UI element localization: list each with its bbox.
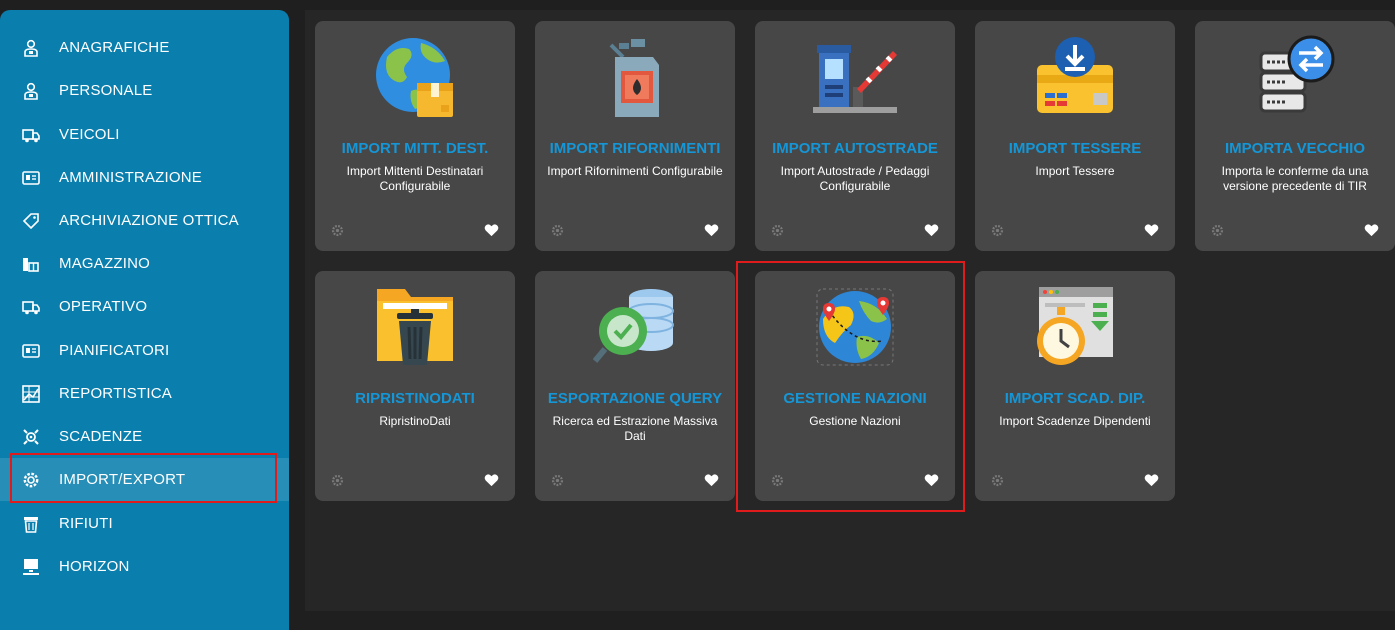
sidebar-item-horizon[interactable]: HORIZON — [0, 545, 289, 588]
gear-icon[interactable] — [551, 224, 564, 237]
card-description: RipristinoDati — [379, 414, 451, 428]
card-description: Import Rifornimenti Configurabile — [547, 164, 723, 178]
heart-icon[interactable] — [924, 223, 939, 237]
warehouse-icon — [23, 258, 39, 272]
heart-icon[interactable] — [1364, 223, 1379, 237]
card-description: Gestione Nazioni — [809, 414, 901, 428]
sidebar-item-scadenze[interactable]: SCADENZE — [0, 415, 289, 458]
server-sync-icon — [1259, 35, 1335, 113]
heart-icon[interactable] — [1144, 223, 1159, 237]
heart-icon[interactable] — [704, 223, 719, 237]
sidebar-item-archiviazione-ottica[interactable]: ARCHIVIAZIONE OTTICA — [0, 199, 289, 242]
sidebar-item-label: HORIZON — [59, 558, 130, 575]
sidebar-item-label: IMPORT/EXPORT — [59, 471, 186, 488]
sidebar-item-label: PERSONALE — [59, 82, 153, 99]
gear-icon[interactable] — [991, 474, 1004, 487]
database-search-icon — [593, 289, 674, 363]
sidebar-item-operativo[interactable]: OPERATIVO — [0, 285, 289, 328]
sidebar-item-anagrafiche[interactable]: ANAGRAFICHE — [0, 26, 289, 69]
card-description: Importa le conferme da una versione prec… — [1221, 164, 1369, 193]
card-import-rifornimenti[interactable]: IMPORT RIFORNIMENTI Import Rifornimenti … — [535, 21, 735, 251]
heart-icon[interactable] — [704, 473, 719, 487]
person-badge-icon — [24, 82, 38, 100]
card-import-autostrade[interactable]: IMPORT AUTOSTRADE Import Autostrade / Pe… — [755, 21, 955, 251]
sidebar-item-magazzino[interactable]: MAGAZZINO — [0, 242, 289, 285]
card-title: IMPORT SCAD. DIP. — [1004, 390, 1146, 407]
gear-icon[interactable] — [551, 474, 564, 487]
monitor-icon — [23, 559, 39, 575]
gear-icon[interactable] — [771, 224, 784, 237]
sidebar-item-personale[interactable]: PERSONALE — [0, 69, 289, 112]
truck-icon — [22, 129, 40, 143]
heart-icon[interactable] — [1144, 473, 1159, 487]
toll-booth-icon — [813, 45, 897, 113]
sidebar: ANAGRAFICHE PERSONALE VEICOLI AMMINISTRA… — [0, 10, 289, 630]
sidebar-item-rifiuti[interactable]: RIFIUTI — [0, 502, 289, 545]
chart-grid-icon — [22, 385, 40, 403]
sidebar-item-label: PIANIFICATORI — [59, 342, 170, 359]
card-description: Import Scadenze Dipendenti — [999, 414, 1151, 428]
card-title: IMPORT AUTOSTRADE — [772, 140, 938, 157]
heart-icon[interactable] — [484, 473, 499, 487]
card-ripristinodati[interactable]: RIPRISTINODATI RipristinoDati — [315, 271, 515, 501]
truck-icon — [22, 301, 40, 315]
sidebar-item-label: AMMINISTRAZIONE — [59, 169, 203, 186]
sidebar-item-label: MAGAZZINO — [59, 255, 150, 272]
card-description: Import Mittenti Destinatari Configurabil… — [346, 164, 484, 193]
card-import-scad-dip[interactable]: IMPORT SCAD. DIP. Import Scadenze Dipend… — [975, 271, 1175, 501]
world-map-icon — [816, 288, 894, 366]
card-title: IMPORT RIFORNIMENTI — [549, 140, 721, 157]
sidebar-item-label: ARCHIVIAZIONE OTTICA — [59, 212, 239, 229]
folder-trash-icon — [377, 289, 453, 365]
gear-icon[interactable] — [991, 224, 1004, 237]
card-gestione-nazioni[interactable]: GESTIONE NAZIONI Gestione Nazioni — [755, 271, 955, 501]
card-importa-vecchio[interactable]: IMPORTA VECCHIO Importa le conferme da u… — [1195, 21, 1395, 251]
gear-icon[interactable] — [771, 474, 784, 487]
card-description: Ricerca ed Estrazione Massiva Dati — [552, 414, 718, 443]
gear-icon[interactable] — [1211, 224, 1224, 237]
card-title: GESTIONE NAZIONI — [783, 390, 927, 407]
card-title: IMPORT MITT. DEST. — [341, 140, 489, 157]
sidebar-item-label: REPORTISTICA — [59, 385, 172, 402]
sidebar-item-label: VEICOLI — [59, 126, 120, 143]
heart-icon[interactable] — [484, 223, 499, 237]
sidebar-item-veicoli[interactable]: VEICOLI — [0, 113, 289, 156]
tag-icon — [22, 213, 39, 230]
card-import-mitt-dest[interactable]: IMPORT MITT. DEST. Import Mittenti Desti… — [315, 21, 515, 251]
gears-icon — [23, 429, 39, 445]
sidebar-item-pianificatori[interactable]: PIANIFICATORI — [0, 329, 289, 372]
card-import-tessere[interactable]: IMPORT TESSERE Import Tessere — [975, 21, 1175, 251]
card-title: RIPRISTINODATI — [355, 390, 475, 407]
fuel-can-icon — [609, 39, 659, 117]
card-description: Import Tessere — [1035, 164, 1115, 178]
card-download-icon — [1037, 37, 1113, 113]
card-title: IMPORT TESSERE — [1008, 140, 1142, 157]
stopwatch-download-icon — [1037, 287, 1113, 365]
id-card-icon — [22, 344, 40, 358]
card-description: Import Autostrade / Pedaggi Configurabil… — [780, 164, 930, 193]
sidebar-item-import-export[interactable]: IMPORT/EXPORT — [0, 458, 289, 501]
card-esportazione-query[interactable]: ESPORTAZIONE QUERY Ricerca ed Estrazione… — [535, 271, 735, 501]
sidebar-item-reportistica[interactable]: REPORTISTICA — [0, 372, 289, 415]
heart-icon[interactable] — [924, 473, 939, 487]
sidebar-item-label: ANAGRAFICHE — [59, 39, 170, 56]
gear-icon[interactable] — [331, 474, 344, 487]
sidebar-item-label: OPERATIVO — [59, 298, 148, 315]
card-title: ESPORTAZIONE QUERY — [547, 390, 723, 407]
sidebar-item-label: RIFIUTI — [59, 515, 113, 532]
person-badge-icon — [24, 39, 38, 57]
id-card-icon — [22, 171, 40, 185]
sidebar-item-label: SCADENZE — [59, 428, 143, 445]
card-title: IMPORTA VECCHIO — [1224, 140, 1365, 157]
sidebar-item-amministrazione[interactable]: AMMINISTRAZIONE — [0, 156, 289, 199]
cog-icon — [23, 472, 39, 488]
globe-box-icon — [376, 38, 453, 117]
trash-bin-icon — [24, 517, 38, 533]
gear-icon[interactable] — [331, 224, 344, 237]
